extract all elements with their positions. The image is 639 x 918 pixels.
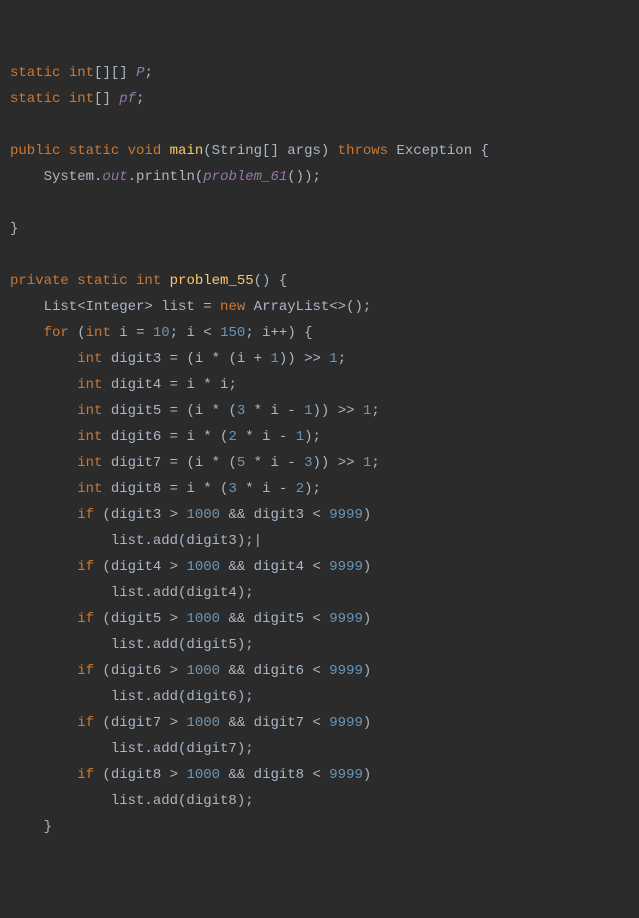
code-line: if (digit7 > 1000 && digit7 < 9999) xyxy=(10,715,371,731)
code-line: int digit5 = (i * (3 * i - 1)) >> 1; xyxy=(10,403,380,419)
code-line: list.add(digit5); xyxy=(10,637,254,653)
text-cursor: | xyxy=(254,533,262,549)
code-line: private static int problem_55() { xyxy=(10,273,287,289)
code-line: if (digit6 > 1000 && digit6 < 9999) xyxy=(10,663,371,679)
code-line: list.add(digit7); xyxy=(10,741,254,757)
code-line: if (digit5 > 1000 && digit5 < 9999) xyxy=(10,611,371,627)
code-line: list.add(digit8); xyxy=(10,793,254,809)
code-line: int digit6 = i * (2 * i - 1); xyxy=(10,429,321,445)
code-line: } xyxy=(10,221,18,237)
code-line: } xyxy=(10,819,52,835)
code-line: int digit4 = i * i; xyxy=(10,377,237,393)
code-line: static int[] pf; xyxy=(10,91,144,107)
code-line: int digit8 = i * (3 * i - 2); xyxy=(10,481,321,497)
code-line: if (digit4 > 1000 && digit4 < 9999) xyxy=(10,559,371,575)
code-line: public static void main(String[] args) t… xyxy=(10,143,489,159)
code-line: int digit3 = (i * (i + 1)) >> 1; xyxy=(10,351,346,367)
code-line: list.add(digit6); xyxy=(10,689,254,705)
code-line: int digit7 = (i * (5 * i - 3)) >> 1; xyxy=(10,455,380,471)
code-line: System.out.println(problem_61()); xyxy=(10,169,321,185)
code-line: list.add(digit3);| xyxy=(10,533,262,549)
code-line: for (int i = 10; i < 150; i++) { xyxy=(10,325,313,341)
code-line: List<Integer> list = new ArrayList<>(); xyxy=(10,299,371,315)
code-line: if (digit8 > 1000 && digit8 < 9999) xyxy=(10,767,371,783)
code-line: static int[][] P; xyxy=(10,65,153,81)
code-line: if (digit3 > 1000 && digit3 < 9999) xyxy=(10,507,371,523)
code-editor[interactable]: static int[][] P; static int[] pf; publi… xyxy=(10,60,629,840)
code-line: list.add(digit4); xyxy=(10,585,254,601)
